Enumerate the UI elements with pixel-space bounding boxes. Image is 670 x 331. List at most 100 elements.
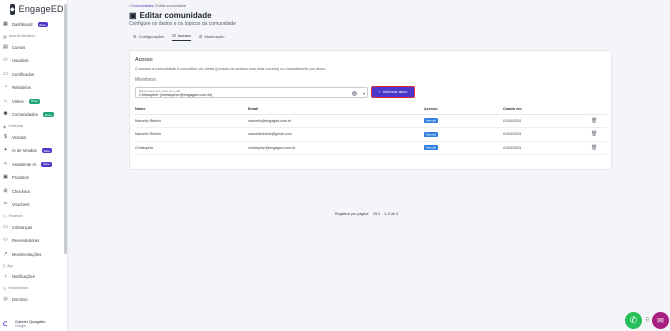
- tab-acesso[interactable]: ⊡ Acesso: [172, 33, 191, 41]
- cell-email: marcellorebelo@gmail.com: [248, 127, 424, 142]
- sidebar-item-vendas[interactable]: $ Vendas: [0, 131, 67, 145]
- checkout-icon: ⊞: [3, 187, 8, 194]
- certificate-icon: ▭: [3, 70, 8, 77]
- access-badge: Manual: [424, 145, 438, 151]
- trash-icon[interactable]: 🗑: [591, 145, 597, 151]
- col-acesso[interactable]: Acesso: [424, 105, 503, 115]
- courses-icon: ▤: [3, 43, 8, 50]
- sidebar-item-notificacoes[interactable]: ♪ Notificações: [0, 270, 67, 284]
- dashboard-icon: ▦: [3, 21, 8, 28]
- sidebar-item-label: Revendedores: [12, 238, 40, 244]
- users-icon: ⚇: [3, 57, 8, 64]
- sidebar-item-vouchers[interactable]: ✂ Vouchers: [0, 198, 67, 212]
- sidebar-item-cobrancas[interactable]: ▭ Cobranças: [0, 221, 67, 235]
- tab-label: Acesso: [177, 33, 191, 38]
- rows-per-page-select[interactable]: 25 ▾: [373, 212, 380, 216]
- tab-configuracoes[interactable]: ⚙ Configurações: [133, 33, 164, 41]
- section-title: Comercial: [8, 124, 23, 128]
- drag-handle-icon[interactable]: ⠿: [645, 317, 649, 324]
- sidebar-item-label: Cobranças: [12, 224, 33, 230]
- clear-icon[interactable]: ×: [352, 91, 357, 96]
- cell-created: 01/04/2024: [503, 127, 591, 142]
- commercial-icon: ◈: [3, 123, 7, 129]
- bell-icon: ♪: [4, 273, 7, 280]
- sidebar-item-label: Comunidades: [12, 112, 38, 118]
- billing-icon: ▭: [3, 223, 8, 230]
- cell-name: Marcello Rebelo: [135, 114, 248, 128]
- products-icon: ▣: [3, 174, 8, 181]
- card-description: O acesso à comunidade é concedido via of…: [135, 67, 327, 71]
- sidebar-item-cursos[interactable]: ▤ Cursos: [0, 41, 67, 55]
- breadcrumb-current: Editar comunidade: [156, 4, 187, 8]
- trash-icon[interactable]: 🗑: [591, 131, 597, 137]
- chat-button[interactable]: ✉: [652, 312, 669, 329]
- breadcrumb-root-link[interactable]: Comunidades: [131, 4, 153, 8]
- whatsapp-icon: ✆: [629, 315, 638, 325]
- partners-icon: ⚇: [3, 213, 7, 219]
- sidebar-item-dashboard[interactable]: ▦ Dashboard Beta: [0, 18, 67, 32]
- members-area-icon: ▤: [3, 33, 7, 39]
- tab-label: Moderação: [204, 33, 225, 39]
- sidebar-item-vitrine[interactable]: ⌂ Vitrine Novo: [0, 95, 67, 109]
- members-label: Membros: [135, 77, 156, 83]
- sidebar-item-label: IA de Vendas: [12, 148, 37, 154]
- member-select-value: Christopher (christopher@engaged.com.br): [139, 93, 213, 97]
- sidebar-item-label: Vitrine: [12, 98, 24, 104]
- sidebar-item-comunidades[interactable]: ⚉ Comunidades Novo: [0, 108, 67, 122]
- sidebar-item-produtos[interactable]: ▣ Produtos: [0, 171, 67, 185]
- trend-icon: ↗: [3, 250, 8, 257]
- new-badge: Novo: [28, 98, 40, 104]
- sidebar-item-label: Assistente IA: [12, 161, 37, 167]
- user-card[interactable]: ᑕ Gabriel Quagatto Google: [0, 317, 67, 331]
- sidebar-scrollbar[interactable]: [64, 4, 67, 254]
- sidebar-item-label: Usuários: [12, 58, 29, 64]
- tab-label: Configurações: [138, 33, 165, 39]
- voucher-icon: ✂: [3, 201, 8, 208]
- sidebar-item-movimentacoes[interactable]: ↗ Movimentações: [0, 248, 67, 262]
- member-select[interactable]: Buscar aluno por nome ou e-mail Christop…: [135, 87, 368, 98]
- sidebar-item-assistente-ia[interactable]: ✧ Assistente IA Beta: [0, 158, 67, 172]
- sidebar-item-certificados[interactable]: ▭ Certificados: [0, 68, 67, 82]
- page-title-text: Editar comunidade: [139, 11, 212, 20]
- table-row: Christopher christopher@engaged.com.br M…: [135, 141, 607, 155]
- cell-created: 01/04/2024: [503, 114, 591, 128]
- section-title: Parceiros: [8, 214, 23, 218]
- cell-access: Manual: [424, 141, 503, 155]
- lock-icon: ⊡: [172, 33, 176, 38]
- storefront-icon: ⌂: [3, 97, 8, 104]
- new-badge: Novo: [42, 112, 54, 118]
- table-row: Marcello Rebelo marcellorebelo@gmail.com…: [135, 127, 607, 142]
- sidebar-item-label: Checkout: [12, 188, 30, 194]
- app-logo[interactable]: ◆ EngageED: [0, 0, 67, 18]
- beta-badge: Beta: [41, 161, 52, 167]
- sidebar-item-label: Vouchers: [12, 202, 30, 208]
- app-icon: ▯: [3, 263, 6, 268]
- col-nome[interactable]: Nome: [135, 105, 248, 115]
- add-member-label: Adicionar aluno: [382, 90, 408, 94]
- sidebar-item-label: Domínio: [12, 296, 28, 302]
- sidebar-item-dominio[interactable]: ◎ Domínio: [0, 293, 67, 307]
- rows-per-page-value: 25: [373, 212, 378, 216]
- whatsapp-button[interactable]: ✆: [625, 312, 642, 329]
- col-email[interactable]: Email: [248, 105, 424, 115]
- chevron-down-icon[interactable]: ▾: [363, 91, 365, 96]
- sidebar-item-usuarios[interactable]: ⚇ Usuários: [0, 54, 67, 68]
- cell-email: marcello@engaged.com.br: [248, 114, 424, 128]
- add-member-button[interactable]: + Adicionar aluno: [371, 86, 415, 98]
- chevron-down-icon: ▾: [378, 212, 380, 216]
- sidebar-item-label: Vendas: [12, 134, 26, 140]
- sidebar-item-ia-vendas[interactable]: ✦ IA de Vendas Beta: [0, 144, 67, 158]
- trash-icon[interactable]: 🗑: [591, 118, 597, 124]
- cell-created: 01/04/2024: [503, 141, 591, 155]
- sidebar-item-checkout[interactable]: ⊞ Checkout: [0, 185, 67, 199]
- cell-actions: 🗑: [591, 127, 607, 142]
- beta-badge: Beta: [37, 22, 48, 28]
- reports-icon: ◔: [3, 84, 8, 91]
- col-criado-em[interactable]: Criado em: [503, 105, 591, 115]
- pagination: Registros por página: 25 ▾ 1–3 de 3: [335, 212, 398, 216]
- pagination-range: 1–3 de 3: [383, 212, 398, 216]
- sidebar-item-revendedores[interactable]: ⚇ Revendedores: [0, 234, 67, 248]
- tab-moderacao[interactable]: ⚙ Moderação: [199, 33, 225, 41]
- sidebar-section-parceiros: ⚇ Parceiros: [0, 212, 67, 221]
- sidebar-item-relatorios[interactable]: ◔ Relatórios: [0, 81, 67, 95]
